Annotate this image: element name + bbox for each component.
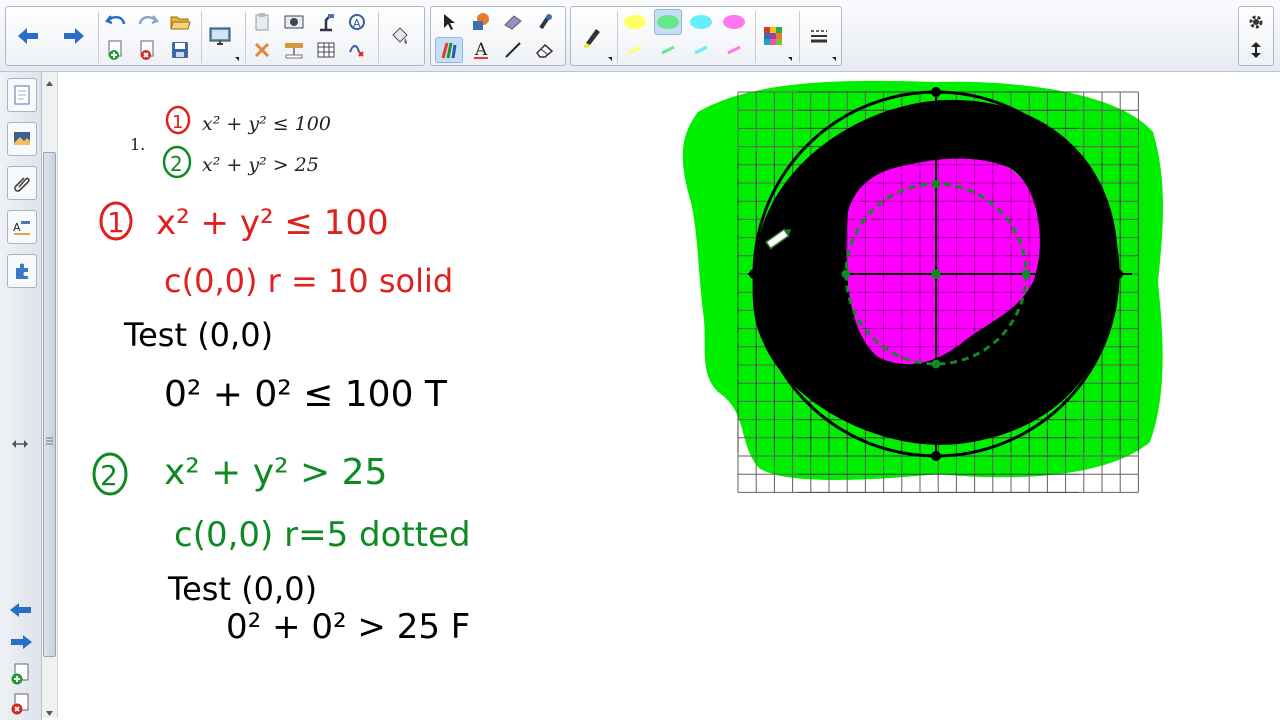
redo-icon[interactable] [134,9,162,35]
red-equation: x² + y² ≤ 100 [156,203,389,243]
scroll-down-button[interactable] [44,704,55,716]
green-center-radius: c(0,0) r=5 dotted [174,515,471,555]
spell-check-icon[interactable] [344,37,372,63]
eraser-icon[interactable] [499,9,527,35]
screen-capture-icon[interactable] [280,9,308,35]
highlighter-color-swatch[interactable] [654,9,682,35]
highlighter-color-swatch[interactable] [687,9,715,35]
line-icon[interactable] [499,37,527,63]
side-tabs-panel: A [0,72,42,720]
delete-icon[interactable] [248,37,276,63]
gear-icon[interactable] [1242,9,1270,35]
delete-page-icon[interactable] [10,692,32,716]
main-toolbar: A A [0,0,1280,72]
circled-one-red-label: 1 [172,112,183,133]
next-page-icon[interactable] [8,632,34,652]
save-icon[interactable] [166,37,194,63]
eraser-tool-icon[interactable] [531,37,559,63]
green-equation: x² + y² > 25 [164,452,387,493]
properties-palette-icon[interactable] [759,23,787,49]
add-ons-icon[interactable] [7,254,37,288]
add-page-icon[interactable] [102,37,130,63]
shape-recognition-icon[interactable]: A [344,9,372,35]
inequality-2: x² + y² > 25 [202,154,319,176]
point-green-top [931,179,941,189]
point-black-top [931,87,941,97]
test-1: Test (0,0) [123,316,273,354]
point-green-bottom [931,359,941,369]
highlighter-thin-swatch[interactable] [621,37,649,63]
add-page-icon[interactable] [10,662,32,686]
whiteboard-canvas[interactable]: 1. 1 x² + y² ≤ 100 2 x² + y² > 25 1 x² +… [58,72,1280,720]
forward-icon[interactable] [60,23,88,49]
graph-drawing [682,80,1163,493]
vertical-scrollbar[interactable] [42,72,58,718]
scroll-up-button[interactable] [44,74,55,86]
test-2: Test (0,0) [167,570,317,608]
point-black-bottom [931,451,941,461]
gallery-icon[interactable] [7,122,37,156]
tools-group: A [430,6,566,66]
paste-icon[interactable] [248,9,276,35]
highlighter-icon[interactable] [579,23,607,49]
attachments-icon[interactable] [7,166,37,200]
highlighter-thin-swatch[interactable] [687,37,715,63]
highlighter-thin-swatch[interactable] [720,37,748,63]
test-2-evaluation: 0² + 0² > 25 F [226,607,470,647]
display-icon[interactable] [206,23,234,49]
green-circled-two-label: 2 [100,459,118,492]
table-icon[interactable] [312,37,340,63]
page-sorter-icon[interactable] [7,78,37,112]
previous-page-icon[interactable] [8,600,34,620]
circled-two-green-label: 2 [170,152,183,176]
up-down-arrow-icon[interactable] [1242,37,1270,63]
navigation-group: A [5,6,425,66]
select-icon[interactable] [435,9,463,35]
back-icon[interactable] [14,23,42,49]
highlighter-color-swatch[interactable] [621,9,649,35]
svg-text:A: A [353,17,361,30]
properties-icon[interactable]: A [7,210,37,244]
creative-pens-icon[interactable] [435,37,463,63]
red-center-radius: c(0,0) r = 10 solid [164,262,453,300]
shapes-icon[interactable] [467,9,495,35]
inequality-1: x² + y² ≤ 100 [202,113,331,135]
test-1-evaluation: 0² + 0² ≤ 100 T [164,374,448,415]
screen-shade-icon[interactable] [280,37,308,63]
text-icon[interactable]: A [467,37,495,63]
undo-icon[interactable] [102,9,130,35]
point-green-right [1021,269,1031,279]
center-point [931,269,941,279]
fill-icon[interactable] [386,23,414,49]
point-black-right [1113,269,1123,279]
scroll-thumb[interactable] [43,152,56,657]
pens-group [570,6,842,66]
point-green-left [841,269,851,279]
point-black-left [749,269,759,279]
svg-text:A: A [13,221,21,234]
magic-pen-icon[interactable] [531,9,559,35]
document-camera-icon[interactable] [312,9,340,35]
line-style-icon[interactable] [805,23,833,49]
toolbar-settings-group [1238,6,1274,66]
resize-arrows-icon[interactable] [10,436,30,452]
open-folder-icon[interactable] [166,9,194,35]
red-circled-one-label: 1 [107,206,125,239]
delete-page-icon[interactable] [134,37,162,63]
problem-number: 1. [130,135,145,154]
highlighter-color-swatch[interactable] [720,9,748,35]
highlighter-thin-swatch[interactable] [654,37,682,63]
